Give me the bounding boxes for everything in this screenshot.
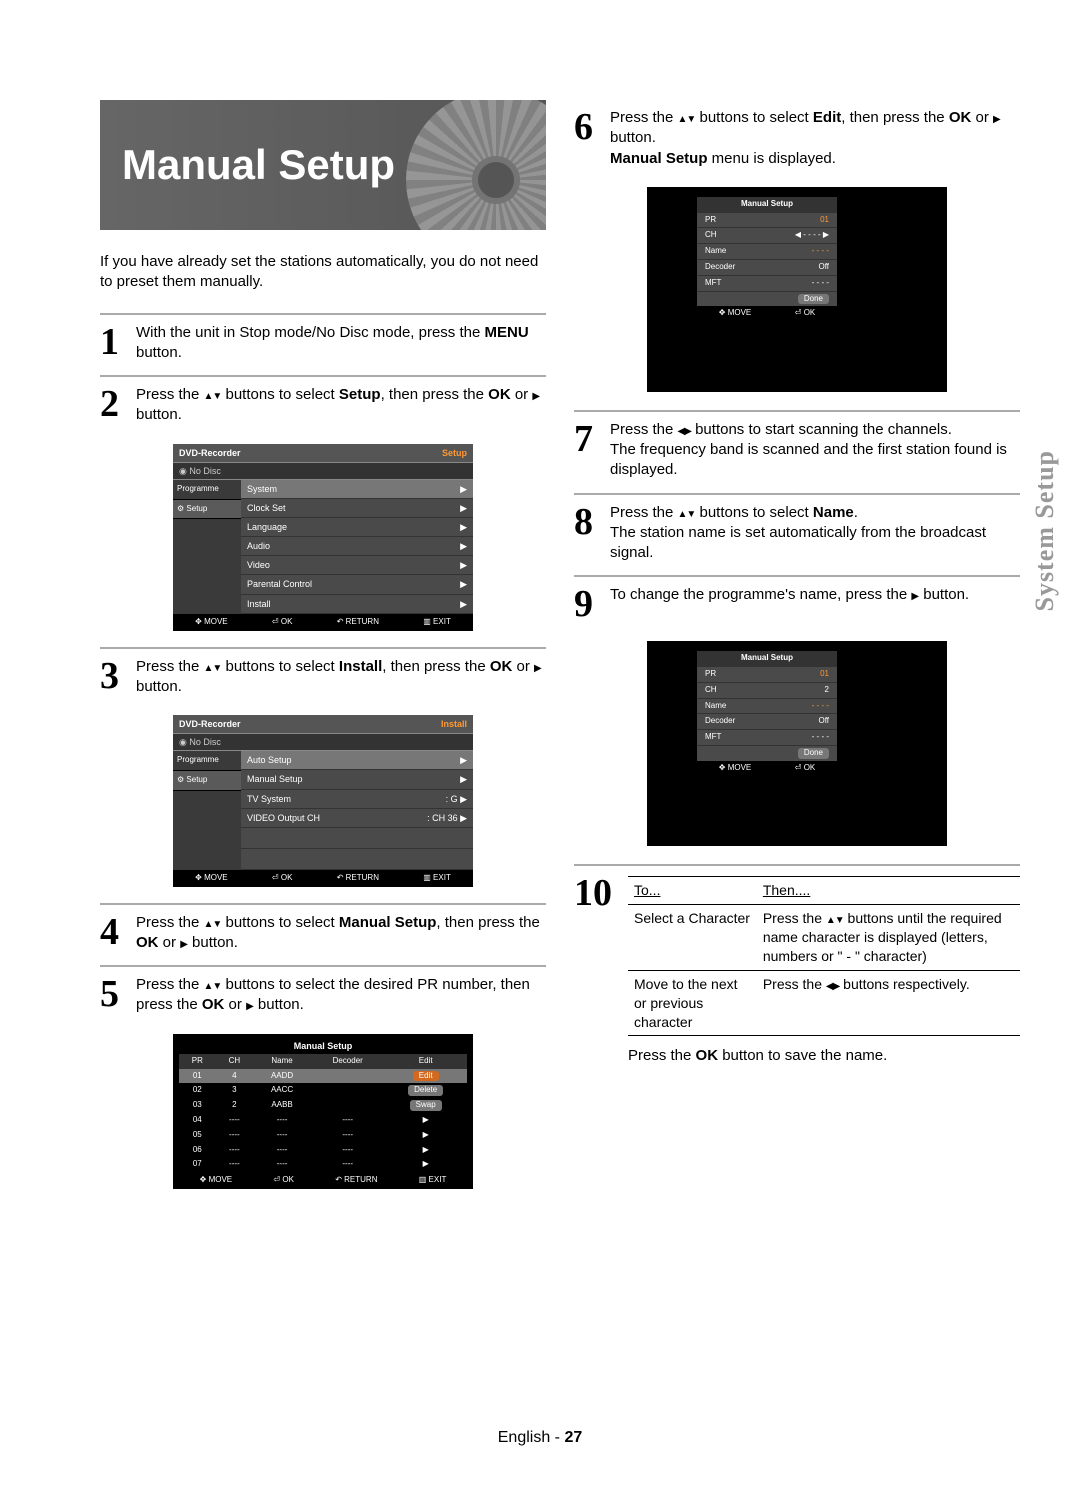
step-3: 3 Press the buttons to select Install, t… [100,647,546,698]
step-10: 10 To...Then.... Select a Character Pres… [574,864,1020,1066]
step-number: 3 [100,657,126,698]
play-icon [246,996,254,1013]
step-1: 1 With the unit in Stop mode/No Disc mod… [100,313,546,364]
step-number: 1 [100,323,126,364]
step-number: 7 [574,420,600,481]
updown-icon [678,504,696,521]
left-column: Manual Setup If you have already set the… [100,100,546,1193]
right-column: 6 Press the buttons to select Edit, then… [574,100,1020,1193]
leftright-icon [678,421,691,438]
step-number: 8 [574,503,600,564]
osd-edit-screen-2: Manual Setup PR01 CH2 Name- - - - Decode… [647,641,947,846]
step-number: 9 [574,585,600,623]
leftright-icon [826,976,839,992]
step-number: 6 [574,108,600,169]
intro-text: If you have already set the stations aut… [100,252,546,293]
instruction-table: To...Then.... Select a Character Press t… [628,876,1020,1036]
step-4: 4 Press the buttons to select Manual Set… [100,903,546,954]
updown-icon [678,109,696,126]
play-icon [911,586,919,603]
play-icon [993,109,1001,126]
osd-install-screen: DVD-RecorderInstall ◉ No Disc Programme … [173,715,473,887]
updown-icon [204,914,222,931]
step-7: 7 Press the buttons to start scanning th… [574,410,1020,481]
step-2: 2 Press the buttons to select Setup, the… [100,375,546,426]
step-8: 8 Press the buttons to select Name. The … [574,493,1020,564]
section-side-label: System Setup [1030,450,1060,612]
osd-edit-screen-1: Manual Setup PR01 CH◀ - - - - ▶ Name- - … [647,187,947,392]
disc-graphic [406,100,546,230]
updown-icon [204,976,222,993]
step-6: 6 Press the buttons to select Edit, then… [574,100,1020,169]
page-footer: English - 27 [0,1429,1080,1447]
step-number: 5 [100,975,126,1016]
page-title: Manual Setup [122,137,395,194]
step-number: 4 [100,913,126,954]
play-icon [532,386,540,403]
step-5: 5 Press the buttons to select the desire… [100,965,546,1016]
step-9: 9 To change the programme's name, press … [574,575,1020,623]
updown-icon [826,910,844,926]
play-icon [180,934,188,951]
step-number: 2 [100,385,126,426]
osd-prlist-screen: Manual Setup PR CH Name Decoder Edit 014… [173,1034,473,1189]
osd-setup-screen: DVD-RecorderSetup ◉ No Disc Programme ⚙ … [173,444,473,631]
play-icon [534,658,542,675]
step-number: 10 [574,874,618,1066]
step-text: With the unit in Stop mode/No Disc mode,… [136,323,546,364]
updown-icon [204,658,222,675]
updown-icon [204,386,222,403]
page-header: Manual Setup [100,100,546,230]
